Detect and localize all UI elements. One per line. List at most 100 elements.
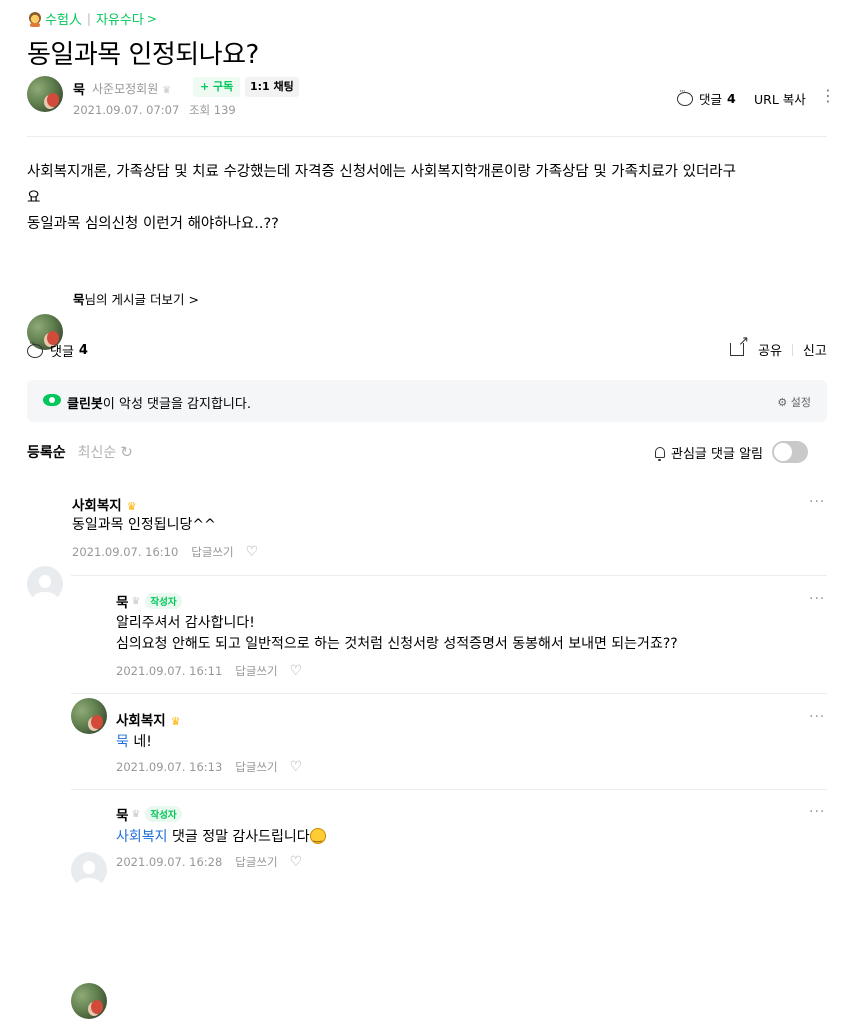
- heart-icon[interactable]: ♡: [290, 854, 303, 870]
- reply-button[interactable]: 답글쓰기: [235, 759, 277, 775]
- author-grade: 사준모정회원 ♛: [92, 80, 171, 97]
- refresh-icon[interactable]: ↻: [120, 443, 133, 461]
- comment-sort: 등록순 최신순 ↻: [27, 442, 133, 462]
- author-badge: 작성자: [145, 593, 182, 609]
- sort-by-registration[interactable]: 등록순: [27, 442, 66, 462]
- more-vertical-icon[interactable]: ⋮: [820, 88, 836, 104]
- comments-toggle[interactable]: 댓글 4: [27, 339, 88, 360]
- comment-label: 댓글: [699, 92, 723, 107]
- post-date: 2021.09.07. 07:07: [73, 103, 180, 117]
- crown-icon: ♛: [126, 500, 137, 513]
- breadcrumb-board-link[interactable]: 수험人: [45, 9, 82, 28]
- post-body-line: 동일과목 심의신청 이런거 해야하나요..??: [27, 216, 279, 232]
- commenter-avatar[interactable]: [27, 566, 63, 602]
- comment-info: 2021.09.07. 16:11 답글쓰기 ♡: [116, 663, 302, 679]
- share-button[interactable]: 공유: [758, 340, 782, 359]
- divider: [71, 575, 827, 576]
- divider: [71, 789, 827, 790]
- share-icon: [730, 334, 749, 356]
- cleanbot-text: 클린봇이 악성 댓글을 감지합니다.: [67, 393, 251, 412]
- more-posts-label: 님의 게시글 더보기: [84, 292, 185, 307]
- cleanbot-eye-icon: [43, 394, 61, 406]
- cleanbot-name: 클린봇: [67, 397, 103, 412]
- more-posts-author: 묵: [73, 292, 85, 307]
- cleanbot-settings-label: 설정: [790, 396, 811, 409]
- comment-text: 묵 네!: [116, 732, 152, 753]
- author-name[interactable]: 묵: [73, 79, 85, 98]
- heart-icon[interactable]: ♡: [290, 663, 303, 679]
- post-meta: 2021.09.07. 07:07 조회 139: [73, 102, 236, 118]
- person-emoji-icon: [27, 11, 43, 27]
- comment-date: 2021.09.07. 16:13: [116, 760, 223, 774]
- subscribe-button[interactable]: + 구독: [193, 77, 241, 97]
- post-views: 조회 139: [188, 103, 236, 117]
- comment-text: 사회복지 댓글 정말 감사드립니다: [116, 827, 326, 848]
- comment-more-icon[interactable]: ···: [809, 709, 825, 725]
- commenter-name[interactable]: 사회복지: [116, 713, 166, 729]
- comment-info: 2021.09.07. 16:10 답글쓰기 ♡: [72, 544, 258, 560]
- mention-link[interactable]: 사회복지: [116, 829, 168, 845]
- comment-text: 동일과목 인정됩니당^^: [72, 517, 216, 533]
- comment-text-body: 네!: [133, 734, 152, 750]
- alarm-label: 관심글 댓글 알림: [671, 446, 763, 462]
- commenter-avatar[interactable]: [71, 698, 107, 734]
- divider: [27, 136, 827, 137]
- report-button[interactable]: 신고: [803, 340, 827, 359]
- comment-more-icon[interactable]: ···: [809, 804, 825, 820]
- alarm-toggle[interactable]: [772, 441, 808, 463]
- comment-count: 4: [727, 91, 736, 106]
- comment-text: 알리주셔서 감사합니다! 심의요청 안해도 되고 일반적으로 하는 것처럼 신청…: [116, 613, 678, 655]
- crown-icon: ♛: [131, 595, 141, 607]
- comments-label: 댓글: [50, 345, 74, 360]
- commenter-name[interactable]: 묵: [116, 804, 128, 824]
- crown-icon: ♛: [131, 808, 141, 820]
- commenter-avatar[interactable]: [71, 852, 107, 888]
- chat-button[interactable]: 1:1 채팅: [245, 77, 299, 97]
- comment-more-icon[interactable]: ···: [809, 494, 825, 510]
- comment-more-icon[interactable]: ···: [809, 591, 825, 607]
- breadcrumb-separator: |: [86, 11, 91, 26]
- comment-count-link[interactable]: 댓글 4: [677, 87, 736, 108]
- post-title: 동일과목 인정되나요?: [27, 40, 259, 70]
- reply-button[interactable]: 답글쓰기: [235, 663, 277, 679]
- breadcrumb: 수험人 | 자유수다 >: [27, 9, 157, 28]
- comment-bubble-icon: [27, 339, 43, 358]
- cleanbot-banner: 클린봇이 악성 댓글을 감지합니다. ⚙ 설정: [27, 380, 827, 422]
- comment-date: 2021.09.07. 16:10: [72, 545, 179, 559]
- mention-link[interactable]: 묵: [116, 734, 129, 750]
- comment-date: 2021.09.07. 16:28: [116, 855, 223, 869]
- comment-date: 2021.09.07. 16:11: [116, 664, 223, 678]
- comment-header: 사회복지 ♛: [72, 494, 137, 514]
- comment-text-body: 댓글 정말 감사드립니다: [171, 829, 310, 845]
- commenter-avatar[interactable]: [71, 983, 107, 1019]
- bell-icon: [655, 446, 665, 461]
- comment-text-line: 심의요청 안해도 되고 일반적으로 하는 것처럼 신청서랑 성적증명서 동봉해서…: [116, 636, 678, 652]
- crown-icon: ♛: [170, 715, 181, 728]
- comment-info: 2021.09.07. 16:13 답글쓰기 ♡: [116, 759, 302, 775]
- comment-header: 묵 ♛ 작성자: [116, 591, 182, 611]
- comment-bubble-icon: [677, 87, 693, 106]
- reply-button[interactable]: 답글쓰기: [191, 544, 233, 560]
- sort-by-latest[interactable]: 최신순: [78, 442, 117, 462]
- cleanbot-settings-button[interactable]: ⚙ 설정: [777, 394, 811, 410]
- gear-icon: ⚙: [777, 396, 788, 409]
- post-body-line: 요: [27, 190, 41, 206]
- url-copy-button[interactable]: URL 복사: [754, 89, 806, 108]
- commenter-name[interactable]: 묵: [116, 591, 128, 611]
- breadcrumb-category-link[interactable]: 자유수다: [96, 9, 144, 28]
- share-report-group: 공유 신고: [730, 334, 827, 359]
- cleanbot-message: 이 악성 댓글을 감지합니다.: [102, 397, 251, 412]
- post-body: 사회복지개론, 가족상담 및 치료 수강했는데 자격증 신청서에는 사회복지학개…: [27, 159, 827, 237]
- author-avatar[interactable]: [27, 76, 63, 112]
- heart-icon[interactable]: ♡: [246, 544, 259, 560]
- commenter-name[interactable]: 사회복지: [72, 498, 122, 514]
- heart-icon[interactable]: ♡: [290, 759, 303, 775]
- comment-header: 묵 ♛ 작성자: [116, 804, 182, 824]
- comment-header: 사회복지 ♛: [116, 709, 181, 729]
- divider: [71, 693, 827, 694]
- reply-button[interactable]: 답글쓰기: [235, 854, 277, 870]
- author-grade-label: 사준모정회원: [92, 82, 159, 96]
- author-badge: 작성자: [145, 806, 182, 822]
- more-posts-link[interactable]: 묵님의 게시글 더보기 >: [73, 289, 199, 308]
- comment-alarm: 관심글 댓글 알림: [655, 441, 808, 463]
